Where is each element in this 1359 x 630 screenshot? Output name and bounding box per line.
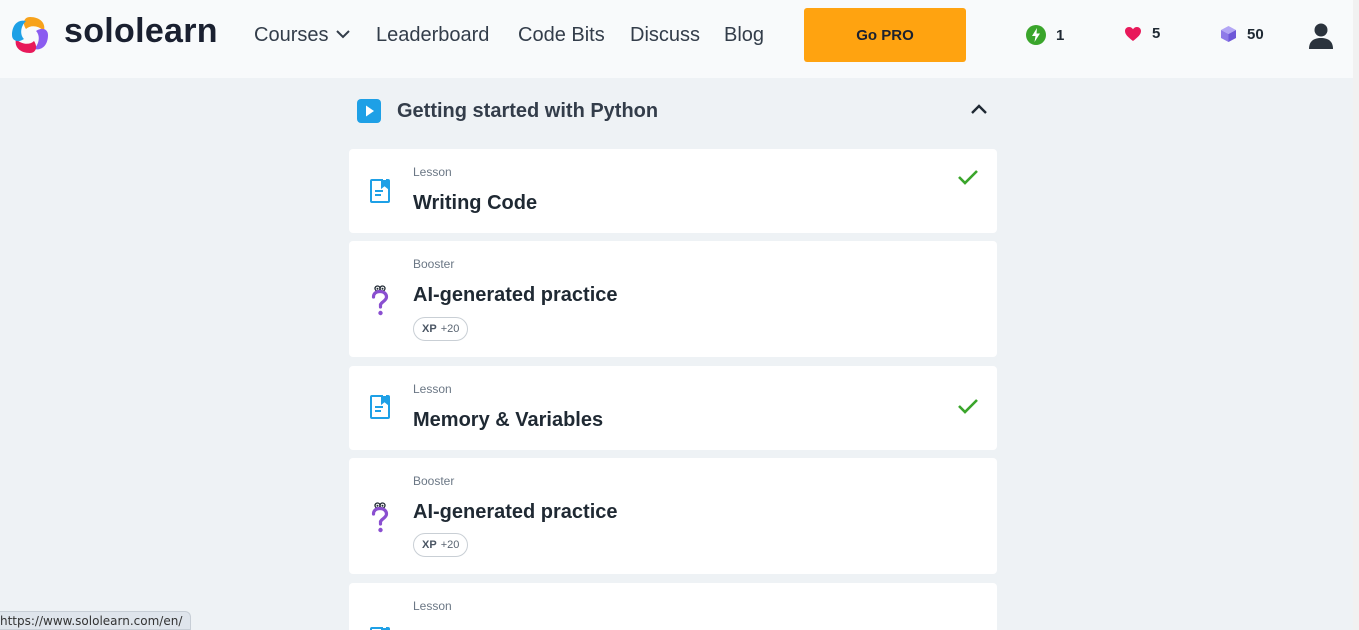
gem-cube-icon — [1221, 26, 1236, 42]
item-type-label: Booster — [413, 257, 455, 271]
nav-discuss[interactable]: Discuss — [630, 24, 700, 47]
brand-name[interactable]: sololearn — [64, 12, 218, 51]
streak-count: 1 — [1056, 26, 1065, 44]
nav-leaderboard[interactable]: Leaderboard — [376, 24, 489, 47]
xp-label: XP — [422, 323, 437, 335]
nav-courses-label: Courses — [254, 24, 329, 46]
xp-value: +20 — [440, 539, 460, 551]
vertical-scrollbar[interactable] — [1353, 0, 1359, 630]
lightning-icon — [1026, 25, 1046, 45]
check-icon — [958, 170, 978, 185]
lesson-card-memory-variables[interactable]: Lesson Memory & Variables — [349, 366, 997, 450]
chevron-down-icon — [336, 30, 351, 39]
check-icon — [958, 399, 978, 414]
streak-counter[interactable]: 1 — [1026, 25, 1064, 45]
status-bar-url: https://www.sololearn.com/en/ — [0, 611, 192, 630]
top-header: sololearn Courses Leaderboard Code Bits … — [0, 0, 1359, 78]
item-title: Writing Code — [413, 192, 538, 214]
item-title: AI-generated practice — [413, 501, 618, 523]
item-title: AI-generated practice — [413, 284, 618, 306]
go-pro-button[interactable]: Go PRO — [804, 8, 966, 62]
heart-icon — [1125, 26, 1141, 41]
lesson-card[interactable]: Lesson — [349, 583, 997, 630]
lesson-card-writing-code[interactable]: Lesson Writing Code — [349, 149, 997, 233]
module-title: Getting started with Python — [397, 100, 659, 122]
gems-count: 50 — [1247, 25, 1264, 43]
play-icon — [357, 99, 381, 123]
item-type-label: Lesson — [413, 599, 452, 613]
question-mark-icon — [371, 285, 389, 316]
hearts-count: 5 — [1152, 25, 1161, 42]
nav-code-bits[interactable]: Code Bits — [518, 24, 605, 47]
xp-label: XP — [422, 539, 437, 551]
booster-card-ai-practice[interactable]: Booster AI-generated practice XP +20 — [349, 458, 997, 574]
xp-reward-badge: XP +20 — [413, 317, 469, 341]
lesson-doc-icon — [370, 179, 390, 203]
chevron-up-icon[interactable] — [969, 102, 989, 116]
booster-card-ai-practice[interactable]: Booster AI-generated practice XP +20 — [349, 241, 997, 357]
xp-value: +20 — [440, 323, 460, 335]
item-type-label: Lesson — [413, 382, 452, 396]
item-type-label: Booster — [413, 474, 455, 488]
nav-blog[interactable]: Blog — [724, 24, 764, 47]
xp-reward-badge: XP +20 — [413, 533, 469, 557]
module-header[interactable]: Getting started with Python — [349, 86, 997, 136]
lesson-doc-icon — [370, 395, 390, 419]
question-mark-icon — [371, 502, 389, 533]
sololearn-logo-icon[interactable] — [8, 13, 52, 57]
item-type-label: Lesson — [413, 165, 452, 179]
gems-counter[interactable]: 50 — [1220, 25, 1264, 43]
lesson-doc-icon — [370, 627, 390, 630]
item-title: Memory & Variables — [413, 409, 604, 431]
nav-courses[interactable]: Courses — [254, 24, 351, 47]
hearts-counter[interactable]: 5 — [1124, 25, 1160, 42]
user-avatar-icon[interactable] — [1308, 22, 1334, 50]
